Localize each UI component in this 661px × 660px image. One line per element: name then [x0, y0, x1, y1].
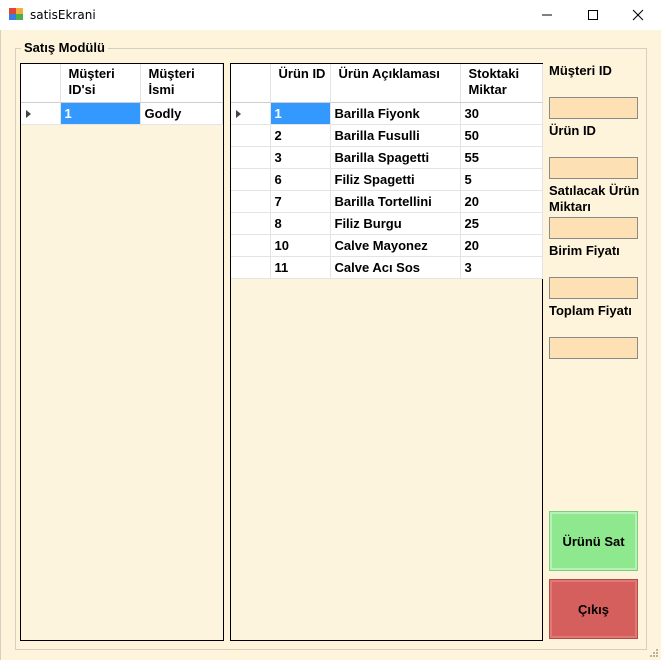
- total-price-field[interactable]: [549, 337, 638, 359]
- row-header[interactable]: [21, 102, 61, 125]
- quantity-field[interactable]: [549, 217, 638, 239]
- column-header-product-id[interactable]: Ürün ID: [270, 64, 331, 103]
- table-row[interactable]: 10 Calve Mayonez 20: [231, 234, 543, 257]
- column-header-stock-quantity[interactable]: Stoktaki Miktar: [460, 64, 543, 103]
- maximize-button[interactable]: [570, 0, 616, 30]
- row-header[interactable]: [231, 256, 271, 279]
- table-row[interactable]: 1 Godly: [21, 102, 223, 125]
- table-cell-desc[interactable]: Barilla Fusulli: [330, 124, 461, 147]
- customer-id-field[interactable]: [549, 97, 638, 119]
- table-cell-id[interactable]: 1: [60, 102, 141, 125]
- column-header-customer-id[interactable]: Müşteri ID'si: [60, 64, 141, 103]
- table-cell-desc[interactable]: Barilla Tortellini: [330, 190, 461, 213]
- minimize-button[interactable]: [524, 0, 570, 30]
- table-cell-qty[interactable]: 50: [460, 124, 543, 147]
- window-title: satisEkrani: [30, 8, 96, 22]
- app-form-icon: [9, 8, 23, 20]
- table-cell-qty[interactable]: 3: [460, 256, 543, 279]
- table-cell-qty[interactable]: 20: [460, 234, 543, 257]
- row-header-corner[interactable]: [231, 64, 271, 103]
- product-id-label: Ürün ID: [549, 123, 596, 138]
- column-header-customer-name[interactable]: Müşteri İsmi: [140, 64, 223, 103]
- column-header-product-description[interactable]: Ürün Açıklaması: [330, 64, 461, 103]
- row-header[interactable]: [231, 168, 271, 191]
- table-cell-id[interactable]: 8: [270, 212, 331, 235]
- row-header[interactable]: [231, 124, 271, 147]
- table-row[interactable]: 3 Barilla Spagetti 55: [231, 146, 543, 169]
- table-cell-id[interactable]: 3: [270, 146, 331, 169]
- table-cell-qty[interactable]: 20: [460, 190, 543, 213]
- table-row[interactable]: 1 Barilla Fiyonk 30: [231, 102, 543, 125]
- table-row[interactable]: 8 Filiz Burgu 25: [231, 212, 543, 235]
- table-row[interactable]: 2 Barilla Fusulli 50: [231, 124, 543, 147]
- table-cell-id[interactable]: 6: [270, 168, 331, 191]
- unit-price-label: Birim Fiyatı: [549, 243, 620, 258]
- table-cell-id[interactable]: 10: [270, 234, 331, 257]
- row-header[interactable]: [231, 146, 271, 169]
- group-title: Satış Modülü: [21, 40, 108, 55]
- table-cell-desc[interactable]: Barilla Spagetti: [330, 146, 461, 169]
- table-cell-desc[interactable]: Filiz Spagetti: [330, 168, 461, 191]
- table-cell-desc[interactable]: Barilla Fiyonk: [330, 102, 461, 125]
- exit-button[interactable]: Çıkış: [549, 579, 638, 639]
- table-cell-qty[interactable]: 55: [460, 146, 543, 169]
- table-cell-id[interactable]: 11: [270, 256, 331, 279]
- table-row[interactable]: 11 Calve Acı Sos 3: [231, 256, 543, 279]
- table-cell-desc[interactable]: Calve Mayonez: [330, 234, 461, 257]
- table-cell-qty[interactable]: 25: [460, 212, 543, 235]
- table-cell-id[interactable]: 2: [270, 124, 331, 147]
- table-cell-desc[interactable]: Filiz Burgu: [330, 212, 461, 235]
- table-cell-name[interactable]: Godly: [140, 102, 223, 125]
- table-cell-id[interactable]: 7: [270, 190, 331, 213]
- row-header[interactable]: [231, 190, 271, 213]
- customers-grid[interactable]: Müşteri ID'si Müşteri İsmi 1 Godly: [20, 63, 224, 641]
- row-header[interactable]: [231, 102, 271, 125]
- table-cell-qty[interactable]: 30: [460, 102, 543, 125]
- close-icon: [632, 9, 644, 21]
- close-button[interactable]: [615, 0, 661, 30]
- current-row-indicator-icon: [236, 109, 241, 118]
- current-row-indicator-icon: [26, 109, 31, 118]
- row-header-corner[interactable]: [21, 64, 61, 103]
- unit-price-field[interactable]: [549, 277, 638, 299]
- row-header[interactable]: [231, 212, 271, 235]
- customer-id-label: Müşteri ID: [549, 63, 612, 78]
- maximize-icon: [588, 10, 598, 20]
- sell-product-button[interactable]: Ürünü Sat: [549, 511, 638, 571]
- table-cell-qty[interactable]: 5: [460, 168, 543, 191]
- row-header[interactable]: [231, 234, 271, 257]
- product-id-field[interactable]: [549, 157, 638, 179]
- table-row[interactable]: 7 Barilla Tortellini 20: [231, 190, 543, 213]
- table-row[interactable]: 6 Filiz Spagetti 5: [231, 168, 543, 191]
- table-cell-id[interactable]: 1: [270, 102, 331, 125]
- products-grid[interactable]: Ürün ID Ürün Açıklaması Stoktaki Miktar …: [230, 63, 543, 641]
- minimize-icon: [542, 14, 552, 16]
- title-bar: satisEkrani: [0, 0, 661, 30]
- quantity-label: Satılacak Ürün Miktarı: [549, 183, 640, 214]
- form-client-area: Satış Modülü Müşteri ID'si Müşteri İsmi …: [0, 30, 661, 660]
- resize-grip-icon[interactable]: [649, 648, 659, 658]
- total-price-label: Toplam Fiyatı: [549, 303, 632, 318]
- table-cell-desc[interactable]: Calve Acı Sos: [330, 256, 461, 279]
